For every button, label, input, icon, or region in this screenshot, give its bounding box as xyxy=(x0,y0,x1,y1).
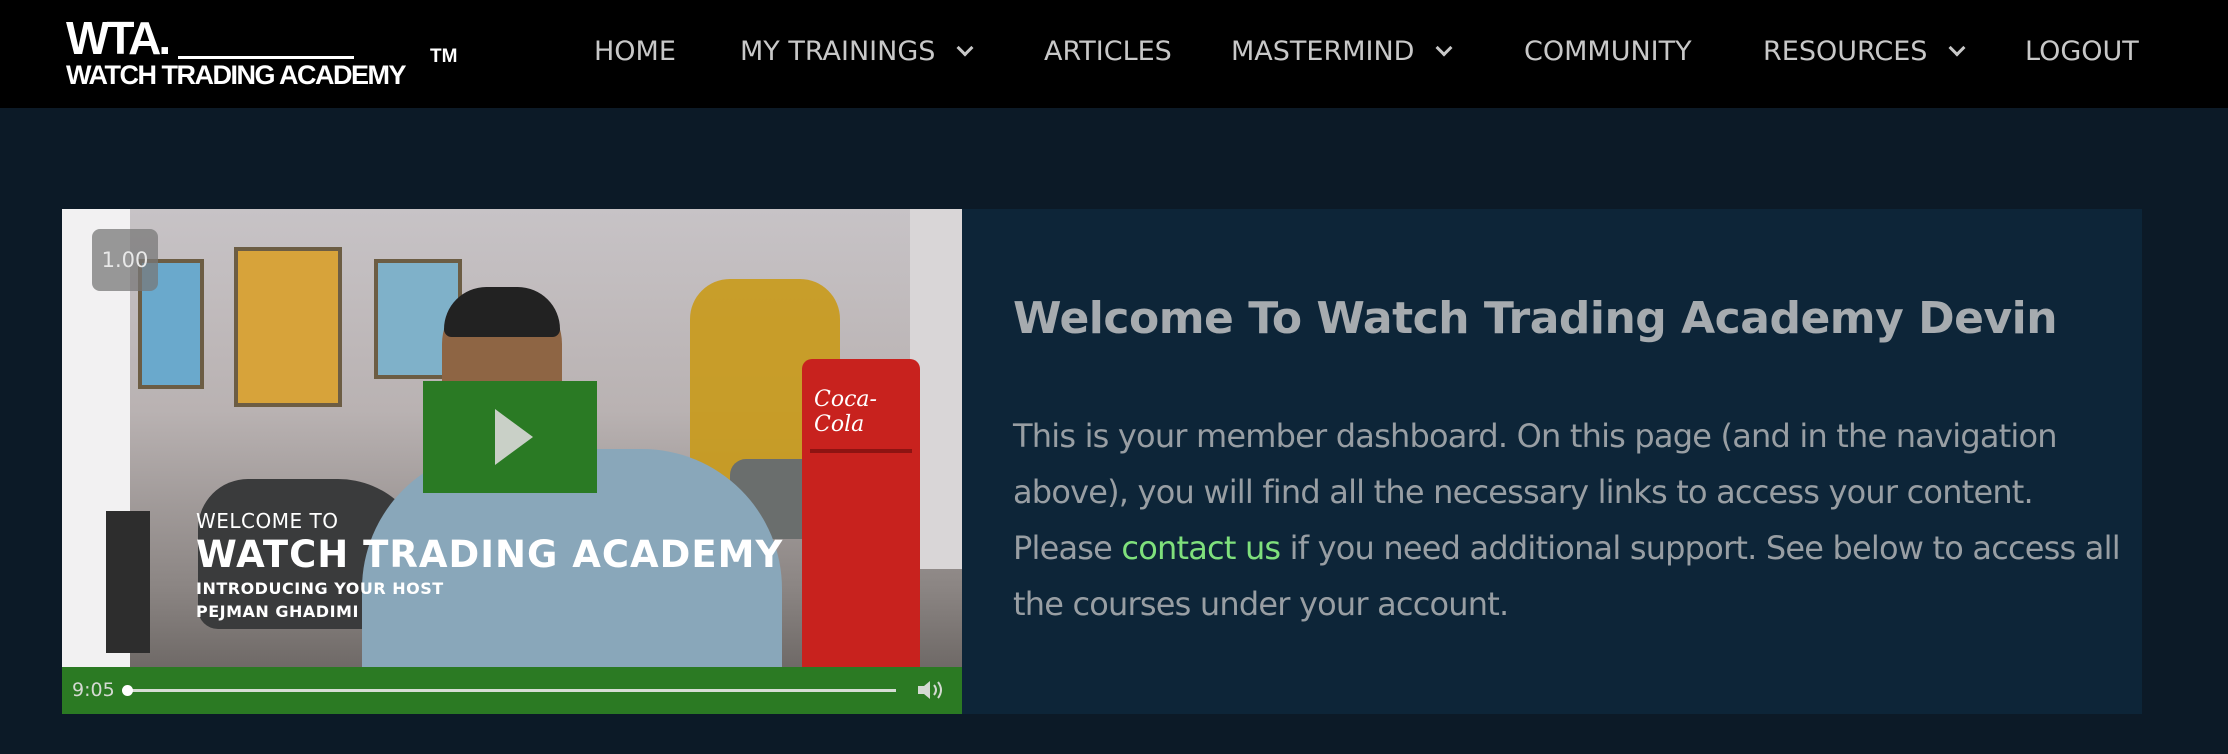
chevron-down-icon xyxy=(956,39,974,56)
play-icon xyxy=(495,409,533,465)
nav-label: LOGOUT xyxy=(2025,36,2139,67)
fridge-logo: Coca-Cola xyxy=(814,387,877,437)
lower-third-line2: PEJMAN GHADIMI xyxy=(196,602,359,621)
lower-third-title: WATCH TRADING ACADEMY xyxy=(196,533,784,576)
nav-label: MASTERMIND xyxy=(1231,36,1415,67)
nav-label: RESOURCES xyxy=(1763,36,1928,67)
wall-art xyxy=(234,247,342,407)
nav-item-home[interactable]: HOME xyxy=(594,36,676,67)
video-controls: 9:05 xyxy=(62,667,962,714)
nav-item-my-trainings[interactable]: MY TRAININGS xyxy=(740,36,974,67)
lower-third-bar xyxy=(106,511,150,653)
logo-underline xyxy=(178,56,354,59)
page-title: Welcome To Watch Trading Academy Devin xyxy=(1013,293,2058,344)
lower-third: WELCOME TO WATCH TRADING ACADEMY INTRODU… xyxy=(196,509,783,623)
video-progress-bar[interactable] xyxy=(122,685,896,696)
nav-item-resources[interactable]: RESOURCES xyxy=(1763,36,1966,67)
contact-us-link[interactable]: contact us xyxy=(1121,529,1281,567)
fridge: Coca-Cola xyxy=(802,359,920,689)
nav-label: HOME xyxy=(594,36,676,67)
playback-speed-button[interactable]: 1.00 xyxy=(92,229,158,291)
logo-name: WATCH TRADING ACADEMY xyxy=(66,60,406,90)
chevron-down-icon xyxy=(1948,39,1966,56)
lower-third-welcome: WELCOME TO xyxy=(196,509,339,533)
play-button[interactable] xyxy=(423,381,597,493)
progress-handle[interactable] xyxy=(122,685,133,696)
nav-item-articles[interactable]: ARTICLES xyxy=(1044,36,1172,67)
logo-mark: WTA. xyxy=(66,12,171,64)
nav-label: MY TRAININGS xyxy=(740,36,936,67)
nav-label: ARTICLES xyxy=(1044,36,1172,67)
video-duration: 9:05 xyxy=(72,679,115,701)
dashboard-description: This is your member dashboard. On this p… xyxy=(1013,408,2123,632)
video-player[interactable]: Coca-Cola 1.00 WELCOME TO WATCH TRADING … xyxy=(62,209,962,714)
nav-item-logout[interactable]: LOGOUT xyxy=(2025,36,2139,67)
nav-item-community[interactable]: COMMUNITY xyxy=(1524,36,1692,67)
nav-item-mastermind[interactable]: MASTERMIND xyxy=(1231,36,1453,67)
chevron-down-icon xyxy=(1435,39,1453,56)
logo-trademark: TM xyxy=(430,46,458,67)
site-logo[interactable]: WTA. WATCH TRADING ACADEMY TM xyxy=(66,14,466,94)
lower-third-line1: INTRODUCING YOUR HOST xyxy=(196,579,444,598)
volume-icon[interactable] xyxy=(916,677,948,703)
nav-label: COMMUNITY xyxy=(1524,36,1692,67)
